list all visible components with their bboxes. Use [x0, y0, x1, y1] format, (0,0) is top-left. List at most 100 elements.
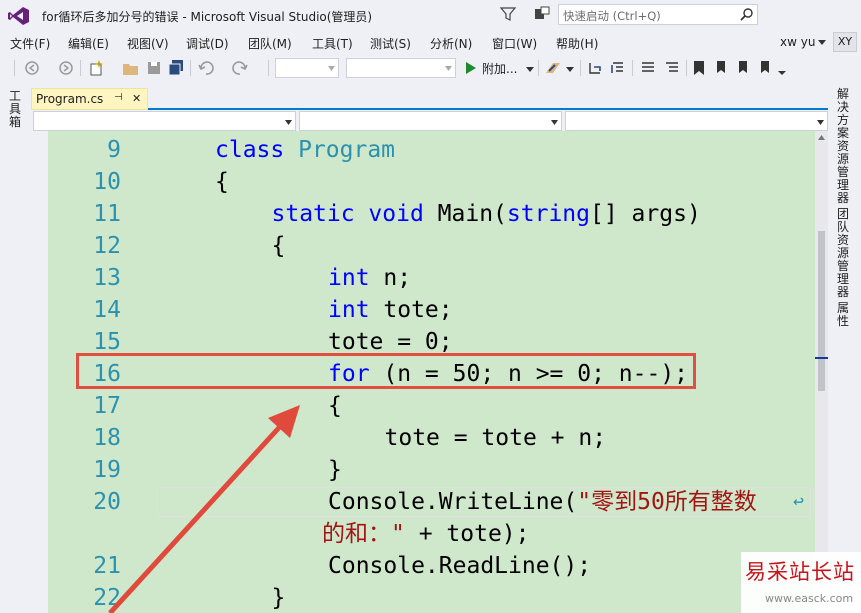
- next-bookmark-icon[interactable]: [736, 59, 750, 77]
- feedback-filter-icon[interactable]: [500, 6, 516, 22]
- code-line[interactable]: 20 Console.WriteLine("零到50所有整数 ↩: [31, 486, 815, 518]
- code-line[interactable]: 13 int n;: [31, 262, 815, 294]
- navigate-back-icon[interactable]: [24, 59, 40, 77]
- code-text: int n;: [328, 262, 411, 294]
- code-line[interactable]: 11 static void Main(string[] args): [31, 198, 815, 230]
- code-token: 的和：": [322, 521, 405, 547]
- code-line[interactable]: 17 {: [31, 390, 815, 422]
- code-line[interactable]: 14 int tote;: [31, 294, 815, 326]
- scroll-up-icon[interactable]: [818, 135, 825, 140]
- solution-configurations-dropdown[interactable]: [275, 58, 339, 78]
- code-token: }: [271, 585, 286, 611]
- code-token: n;: [383, 265, 412, 291]
- notifications-icon[interactable]: [533, 6, 551, 22]
- menu-window[interactable]: 窗口(W): [492, 35, 537, 52]
- toolbar-separator: [686, 60, 687, 76]
- menu-help[interactable]: 帮助(H): [556, 35, 598, 52]
- code-line[interactable]: 12 {: [31, 230, 815, 262]
- window-title: for循环后多加分号的错误 - Microsoft Visual Studio(…: [42, 10, 373, 24]
- code-line-wrapped[interactable]: 的和：" + tote);: [31, 518, 815, 550]
- chevron-down-icon[interactable]: [526, 59, 534, 77]
- project-dropdown[interactable]: [33, 111, 296, 131]
- code-token: Main(: [437, 201, 507, 227]
- chevron-down-icon[interactable]: [566, 59, 574, 77]
- navigate-forward-icon[interactable]: [58, 59, 74, 77]
- code-line[interactable]: 18 tote = tote + n;: [31, 422, 815, 454]
- solution-explorer-tab[interactable]: 解决方案资源管理器: [837, 88, 851, 205]
- quick-launch-input[interactable]: 快速启动 (Ctrl+Q): [558, 4, 758, 25]
- user-name[interactable]: xw yu: [780, 35, 815, 49]
- menu-file[interactable]: 文件(F): [10, 35, 50, 52]
- undo-icon[interactable]: [198, 59, 214, 77]
- menu-team[interactable]: 团队(M): [248, 35, 292, 52]
- code-line[interactable]: 10 {: [31, 166, 815, 198]
- code-line[interactable]: 22}: [31, 582, 815, 613]
- code-line[interactable]: 16 for (n = 50; n >= 0; n--);: [31, 358, 815, 390]
- line-number: 21: [93, 553, 121, 579]
- code-token: int: [328, 265, 384, 291]
- menu-debug[interactable]: 调试(D): [186, 35, 229, 52]
- code-text: {: [215, 166, 229, 198]
- type-dropdown[interactable]: [299, 111, 562, 131]
- save-icon[interactable]: [146, 59, 162, 77]
- code-text: Console.WriteLine("零到50所有整数: [328, 486, 757, 518]
- redo-icon[interactable]: [232, 59, 248, 77]
- pin-icon[interactable]: ⊣: [114, 92, 123, 103]
- toolbar-separator: [632, 60, 633, 76]
- scrollbar-thumb[interactable]: [818, 231, 825, 391]
- navigation-bar: [31, 111, 828, 131]
- chevron-down-icon[interactable]: [818, 38, 826, 46]
- right-tool-strip: 解决方案资源管理器 团队资源管理器 属性: [829, 84, 861, 613]
- properties-tab[interactable]: 属性: [837, 302, 851, 328]
- code-line[interactable]: 19}: [31, 454, 815, 486]
- menu-view[interactable]: 视图(V): [127, 35, 169, 52]
- code-token: static void: [271, 201, 438, 227]
- open-file-icon[interactable]: [122, 59, 140, 77]
- code-token: {: [271, 233, 286, 259]
- line-number: 18: [93, 425, 121, 451]
- line-number: 17: [93, 393, 121, 419]
- uncomment-lines-icon[interactable]: [664, 59, 680, 77]
- browser-link-icon[interactable]: [544, 59, 562, 77]
- line-number: 16: [93, 361, 121, 387]
- toolbar-separator: [190, 60, 191, 76]
- bookmark-icon[interactable]: [692, 59, 706, 77]
- line-number: 11: [93, 201, 121, 227]
- new-project-icon[interactable]: [88, 59, 106, 77]
- menu-test[interactable]: 测试(S): [370, 35, 411, 52]
- tab-program-cs[interactable]: Program.cs ⊣ ✕: [31, 88, 148, 110]
- code-token: {: [328, 393, 342, 419]
- line-number: 15: [93, 329, 121, 355]
- member-dropdown[interactable]: [565, 111, 828, 131]
- code-line[interactable]: 9 class Program: [31, 134, 815, 166]
- code-text: class Program: [215, 134, 395, 166]
- toolbar-separator: [580, 60, 581, 76]
- comment-lines-icon[interactable]: [640, 59, 656, 77]
- save-all-icon[interactable]: [168, 59, 184, 77]
- search-icon[interactable]: [740, 8, 753, 21]
- format-document-icon[interactable]: [610, 59, 626, 77]
- menu-edit[interactable]: 编辑(E): [68, 35, 109, 52]
- vertical-scrollbar[interactable]: [815, 131, 828, 613]
- solution-platforms-dropdown[interactable]: [346, 58, 456, 78]
- code-token: tote = tote + n;: [384, 425, 607, 451]
- code-text: Console.ReadLine();: [328, 550, 591, 582]
- caret-position-marker: [815, 357, 828, 359]
- clear-bookmarks-icon[interactable]: [758, 59, 772, 77]
- title-bar: for循环后多加分号的错误 - Microsoft Visual Studio(…: [0, 0, 861, 32]
- avatar[interactable]: XY: [833, 32, 857, 52]
- close-icon[interactable]: ✕: [132, 92, 141, 105]
- code-line[interactable]: 15 tote = 0;: [31, 326, 815, 358]
- previous-bookmark-icon[interactable]: [714, 59, 728, 77]
- toolbar-separator: [538, 60, 539, 76]
- code-line[interactable]: 21 Console.ReadLine();: [31, 550, 815, 582]
- toolbar-overflow-icon[interactable]: [778, 59, 786, 77]
- menu-tools[interactable]: 工具(T): [312, 35, 353, 52]
- code-editor[interactable]: 9 class Program 10 {11 static void Main(stri…: [31, 131, 815, 613]
- toolbox-tab[interactable]: 工具箱: [9, 90, 23, 129]
- step-into-icon[interactable]: [588, 59, 604, 77]
- line-number: 9: [107, 137, 121, 163]
- menu-analyze[interactable]: 分析(N): [430, 35, 472, 52]
- toolbar-separator: [80, 60, 81, 76]
- team-explorer-tab[interactable]: 团队资源管理器: [837, 208, 851, 299]
